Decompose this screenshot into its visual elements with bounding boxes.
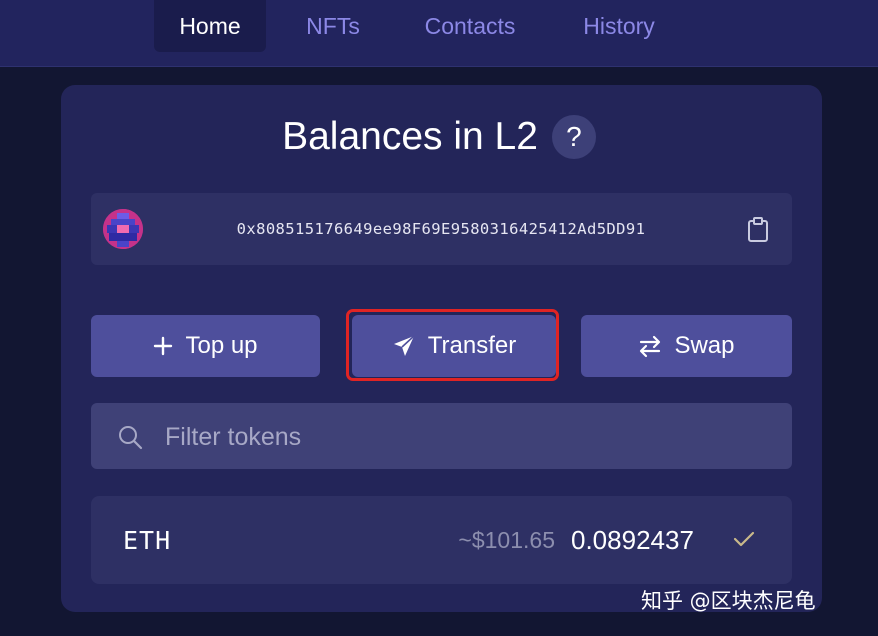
swap-button[interactable]: Swap — [581, 315, 792, 377]
avatar — [103, 209, 143, 249]
wallet-address: 0x808515176649ee98F69E9580316425412Ad5DD… — [236, 220, 646, 238]
top-up-label: Top up — [185, 332, 258, 359]
token-symbol: ETH — [123, 525, 172, 555]
token-amount: 0.0892437 — [571, 524, 694, 555]
filter-tokens-input[interactable] — [163, 403, 767, 471]
swap-arrows-icon — [638, 334, 662, 358]
tab-history[interactable]: History — [566, 0, 672, 52]
plus-icon — [153, 336, 173, 356]
page-title: Balances in L2 — [282, 115, 538, 158]
transfer-highlight — [346, 309, 559, 381]
watermark: 知乎 @区块杰尼龟 — [641, 589, 816, 613]
tab-contacts[interactable]: Contacts — [408, 0, 532, 52]
top-navigation: Home NFTs Contacts History — [0, 0, 878, 67]
filter-box — [91, 403, 792, 471]
token-row-eth[interactable]: ETH ~$101.65 0.0892437 — [91, 496, 792, 584]
swap-label: Swap — [674, 332, 735, 359]
tab-home[interactable]: Home — [154, 0, 266, 52]
help-icon[interactable]: ? — [551, 115, 596, 159]
token-usd-value: ~$101.65 — [458, 526, 555, 553]
balances-header: Balances in L2 ? — [0, 112, 878, 162]
address-box: 0x808515176649ee98F69E9580316425412Ad5DD… — [91, 193, 792, 265]
clipboard-icon[interactable] — [746, 217, 770, 243]
top-up-button[interactable]: Top up — [91, 315, 320, 377]
search-icon — [117, 424, 143, 455]
tab-nfts[interactable]: NFTs — [290, 0, 376, 52]
check-icon — [733, 530, 755, 553]
